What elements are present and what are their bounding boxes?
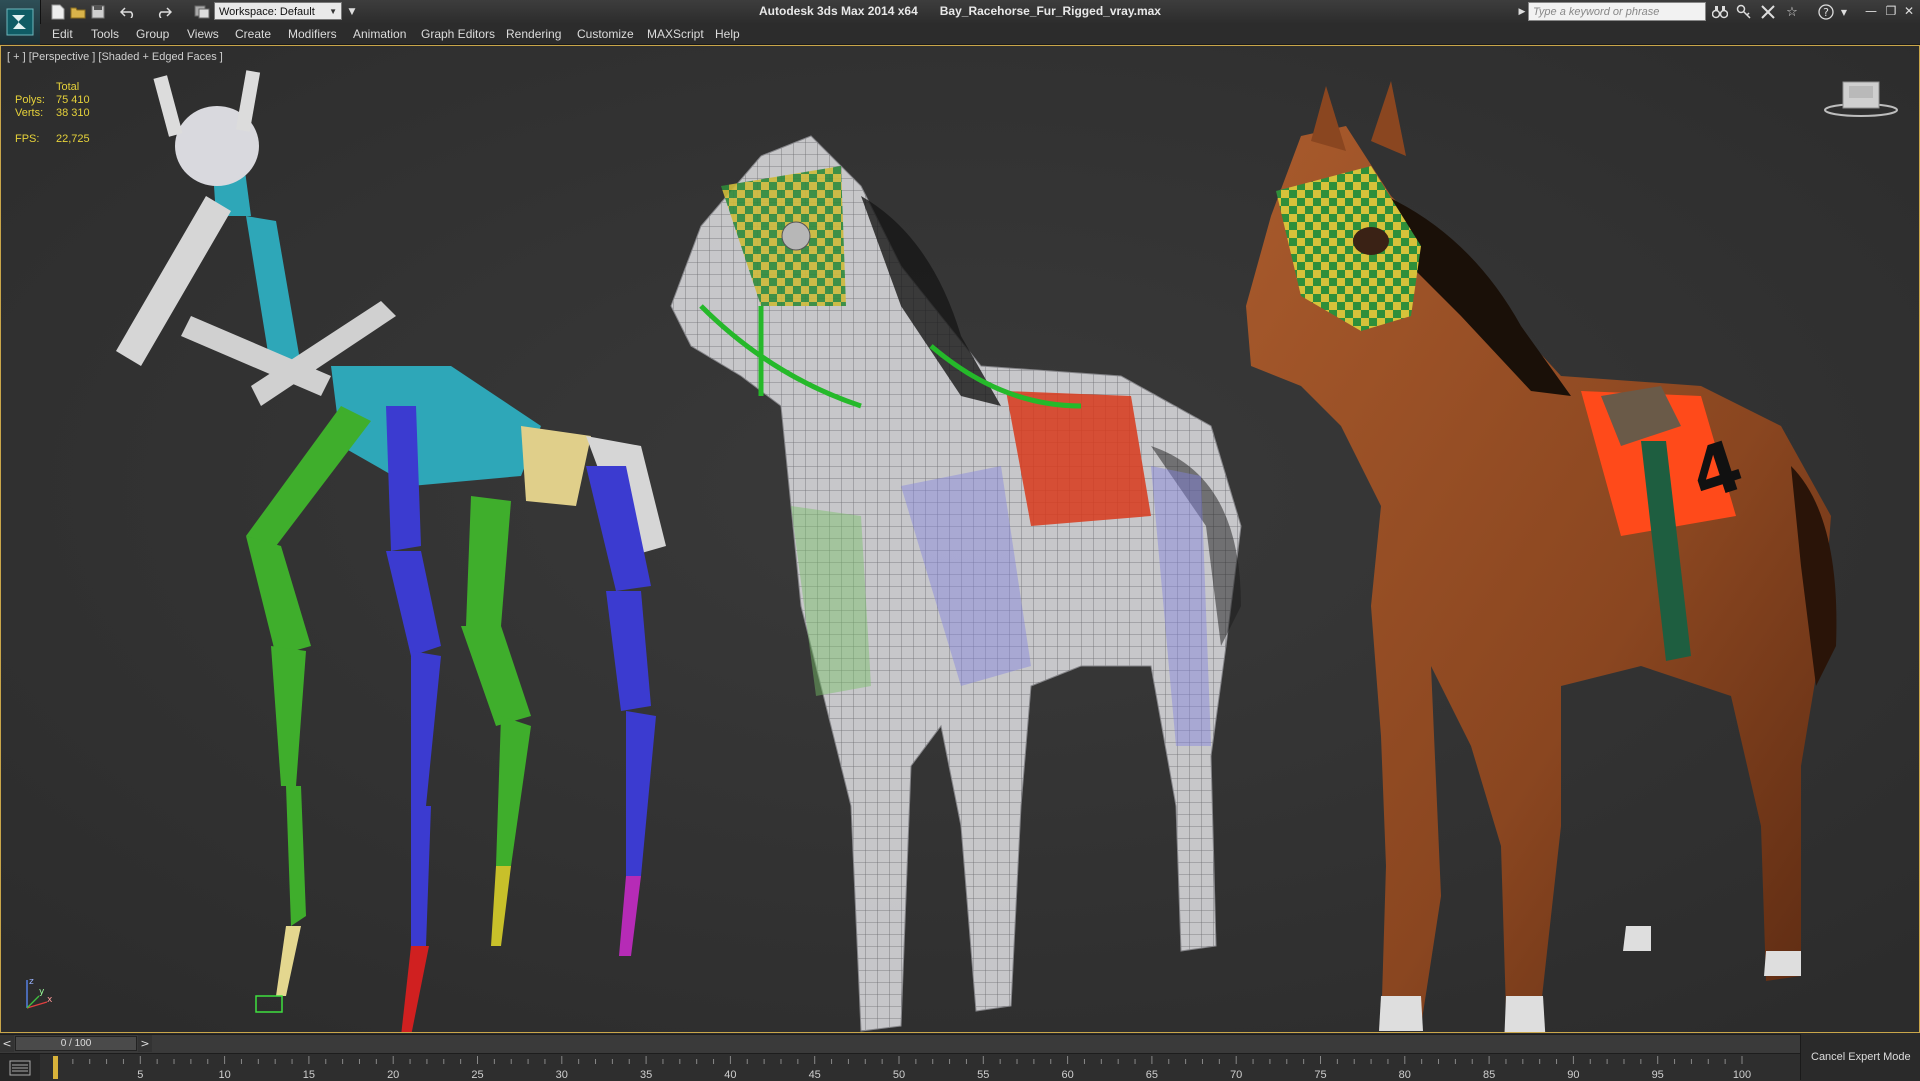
- ruler-tick-label: 65: [1146, 1069, 1158, 1081]
- ruler-tick-label: 80: [1399, 1069, 1411, 1081]
- undo-icon[interactable]: [118, 2, 138, 22]
- new-file-icon[interactable]: [48, 2, 68, 22]
- ruler-tick-label: 35: [640, 1069, 652, 1081]
- time-slider-prev-button[interactable]: <: [0, 1035, 14, 1052]
- track-bar[interactable]: 5 10 15 20 25 30 35 40 45 50 55 60 65 70 75 80 85 90 95 100: [0, 1053, 1800, 1081]
- ruler-tick-label: 75: [1314, 1069, 1326, 1081]
- stats-polys-label: Polys:: [15, 94, 45, 106]
- ruler-tick-label: 70: [1230, 1069, 1242, 1081]
- stats-polys-value: 75 410: [56, 94, 90, 106]
- chevron-down-icon: ▼: [329, 7, 337, 16]
- ruler-tick-label: 30: [556, 1069, 568, 1081]
- menu-maxscript[interactable]: MAXScript: [647, 27, 704, 41]
- viewport-label[interactable]: [ + ] [Perspective ] [Shaded + Edged Fac…: [7, 51, 223, 63]
- ruler-tick-label: 100: [1733, 1069, 1751, 1081]
- help-dropdown-icon[interactable]: ▼: [1834, 2, 1854, 22]
- app-logo-icon[interactable]: [0, 0, 41, 44]
- minimize-icon[interactable]: —: [1862, 2, 1880, 20]
- binoculars-icon[interactable]: [1710, 2, 1730, 22]
- restore-icon[interactable]: ❐: [1882, 2, 1900, 20]
- menu-edit[interactable]: Edit: [52, 27, 73, 41]
- cancel-expert-mode-button[interactable]: Cancel Expert Mode: [1811, 1051, 1911, 1063]
- ruler-tick-label: 60: [1061, 1069, 1073, 1081]
- menu-group[interactable]: Group: [136, 27, 169, 41]
- menu-views[interactable]: Views: [187, 27, 219, 41]
- ruler-tick-label: 5: [137, 1069, 143, 1081]
- status-panel: Cancel Expert Mode: [1800, 1034, 1920, 1080]
- help-icon[interactable]: ?: [1816, 2, 1836, 22]
- project-folder-icon[interactable]: [192, 2, 212, 22]
- search-input[interactable]: [1528, 2, 1706, 21]
- menu-bar: Edit Tools Group Views Create Modifiers …: [40, 24, 1920, 45]
- menu-tools[interactable]: Tools: [91, 27, 119, 41]
- stats-total-label: Total: [56, 81, 80, 93]
- stats-verts-label: Verts:: [15, 107, 44, 119]
- ruler-tick-label: 85: [1483, 1069, 1495, 1081]
- stats-fps-value: 22,725: [56, 133, 90, 145]
- workspace-label: Workspace: Default: [219, 6, 315, 18]
- x-tools-icon[interactable]: [1758, 2, 1778, 22]
- axis-x-label: x: [47, 995, 53, 1005]
- axis-z-label: z: [29, 977, 34, 987]
- svg-text:?: ?: [1823, 6, 1829, 19]
- menu-create[interactable]: Create: [235, 27, 271, 41]
- axis-tripod-icon: z x y: [21, 974, 61, 1018]
- ruler-tick-label: 25: [471, 1069, 483, 1081]
- menu-rendering[interactable]: Rendering: [506, 27, 561, 41]
- ruler-tick-label: 90: [1567, 1069, 1579, 1081]
- ruler-tick-label: 40: [724, 1069, 736, 1081]
- axis-y-label: y: [39, 987, 45, 997]
- time-slider-thumb[interactable]: 0 / 100: [15, 1036, 137, 1051]
- ruler-tick-label: 95: [1652, 1069, 1664, 1081]
- viewcube-icon[interactable]: [1823, 76, 1899, 124]
- menu-help[interactable]: Help: [715, 27, 740, 41]
- star-icon[interactable]: ☆: [1782, 2, 1802, 22]
- time-slider-next-button[interactable]: >: [138, 1035, 152, 1052]
- close-icon[interactable]: ✕: [1900, 2, 1918, 20]
- menu-customize[interactable]: Customize: [577, 27, 634, 41]
- open-file-icon[interactable]: [68, 2, 88, 22]
- ruler-tick-label: 55: [977, 1069, 989, 1081]
- menu-graph-editors[interactable]: Graph Editors: [421, 27, 495, 41]
- ruler-tick-label: 20: [387, 1069, 399, 1081]
- file-title: Bay_Racehorse_Fur_Rigged_vray.max: [939, 4, 1161, 18]
- quick-access-dropdown-icon[interactable]: ▼: [342, 2, 362, 22]
- ruler-tick-label: 10: [218, 1069, 230, 1081]
- time-slider[interactable]: < 0 / 100 >: [0, 1034, 1800, 1053]
- current-frame-marker[interactable]: [53, 1056, 58, 1079]
- timeline-ruler[interactable]: 5 10 15 20 25 30 35 40 45 50 55 60 65 70 75 80 85 90 95 100: [40, 1054, 1800, 1081]
- redo-icon[interactable]: [154, 2, 174, 22]
- scene-render: 4: [1, 46, 1919, 1032]
- stats-verts-value: 38 310: [56, 107, 90, 119]
- key-icon[interactable]: [1734, 2, 1754, 22]
- open-mini-curve-editor-icon[interactable]: [0, 1054, 40, 1081]
- save-icon[interactable]: [88, 2, 108, 22]
- app-title: Autodesk 3ds Max 2014 x64: [759, 4, 918, 18]
- stats-fps-label: FPS:: [15, 133, 40, 145]
- ruler-tick-label: 45: [809, 1069, 821, 1081]
- ruler-tick-label: 15: [303, 1069, 315, 1081]
- workspace-dropdown[interactable]: Workspace: Default ▼: [214, 2, 342, 20]
- title-bar: Workspace: Default ▼ ▼ Autodesk 3ds Max …: [0, 0, 1920, 44]
- menu-modifiers[interactable]: Modifiers: [288, 27, 337, 41]
- ruler-tick-label: 50: [893, 1069, 905, 1081]
- perspective-viewport[interactable]: 4 [ + ] [Perspective ] [Shaded + Edged F…: [0, 45, 1920, 1033]
- menu-animation[interactable]: Animation: [353, 27, 406, 41]
